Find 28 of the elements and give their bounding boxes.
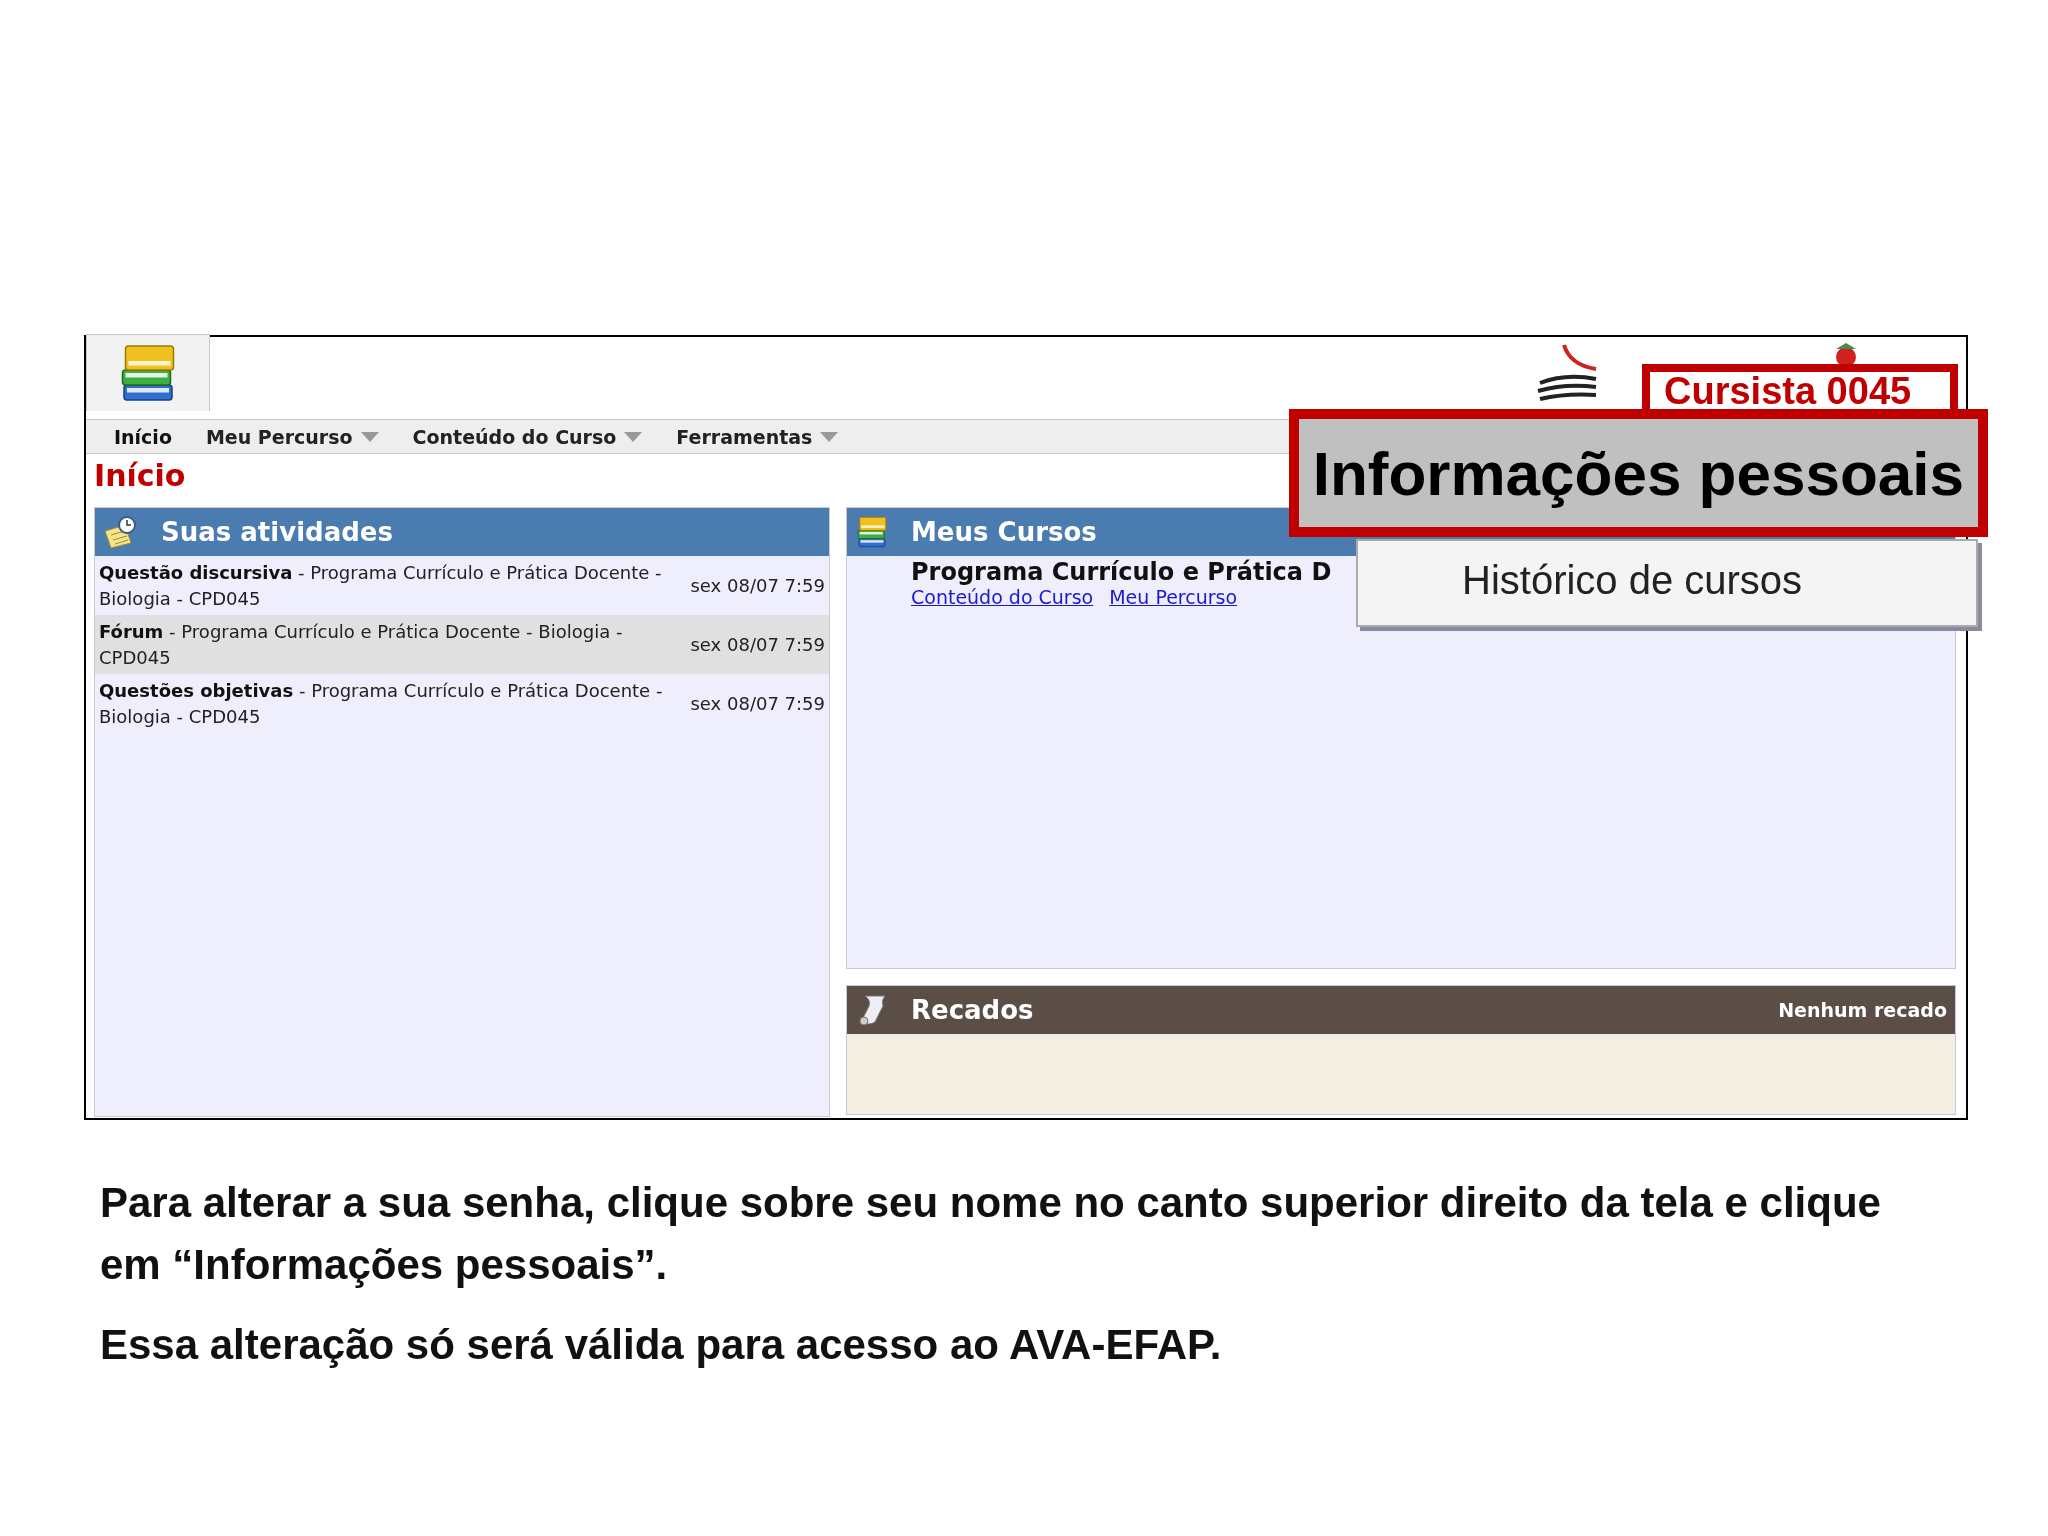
menu-item[interactable]: Início (110, 425, 176, 448)
course-link[interactable]: Conteúdo do Curso (911, 586, 1094, 608)
activity-description: Questões objetivas - Programa Currículo e Prática Docente - Biologia - CPD045 (99, 678, 664, 729)
messages-status: Nenhum recado (1778, 999, 1947, 1021)
caption-paragraph: Essa alteração só será válida para acesso ao AVA-EFAP. (100, 1320, 1223, 1370)
panel-title: Meus Cursos (911, 517, 1097, 547)
activity-description: Fórum - Programa Currículo e Prática Docente - Biologia - CPD045 (99, 619, 624, 670)
note-clock-icon (103, 515, 139, 549)
menu-option[interactable]: Histórico de cursos (1358, 558, 1803, 625)
caret-icon (360, 431, 379, 442)
activity-date: sex 08/07 7:59 (690, 693, 825, 714)
activity-description: Questão discursiva - Programa Currículo e Prática Docente - Biologia - CPD045 (99, 560, 663, 611)
logo-tab[interactable] (86, 333, 210, 411)
caret-icon (820, 431, 839, 442)
menu-item[interactable]: Conteúdo do Curso (408, 425, 647, 448)
course-title: Programa Currículo e Prática D (911, 558, 1332, 586)
menu-item[interactable]: Meu Percurso (201, 425, 383, 448)
course-link[interactable]: Meu Percurso (1109, 586, 1238, 608)
caption-paragraph: Para alterar a sua senha, clique sobre seu nome no canto superior direito da tela e clique em “Informações pessoais”. (100, 1178, 1882, 1290)
activity-date: sex 08/07 7:59 (690, 575, 825, 596)
panel-title: Recados (911, 995, 1034, 1025)
book-stack-icon (855, 514, 889, 550)
caret-icon (624, 431, 643, 442)
menu-option-callout[interactable]: Informações pessoais (1288, 409, 1988, 537)
menu-item[interactable]: Ferramentas (672, 425, 843, 448)
panel-title: Suas atividades (161, 517, 393, 547)
page-title: Início (94, 458, 186, 495)
activity-date: sex 08/07 7:59 (690, 634, 825, 655)
